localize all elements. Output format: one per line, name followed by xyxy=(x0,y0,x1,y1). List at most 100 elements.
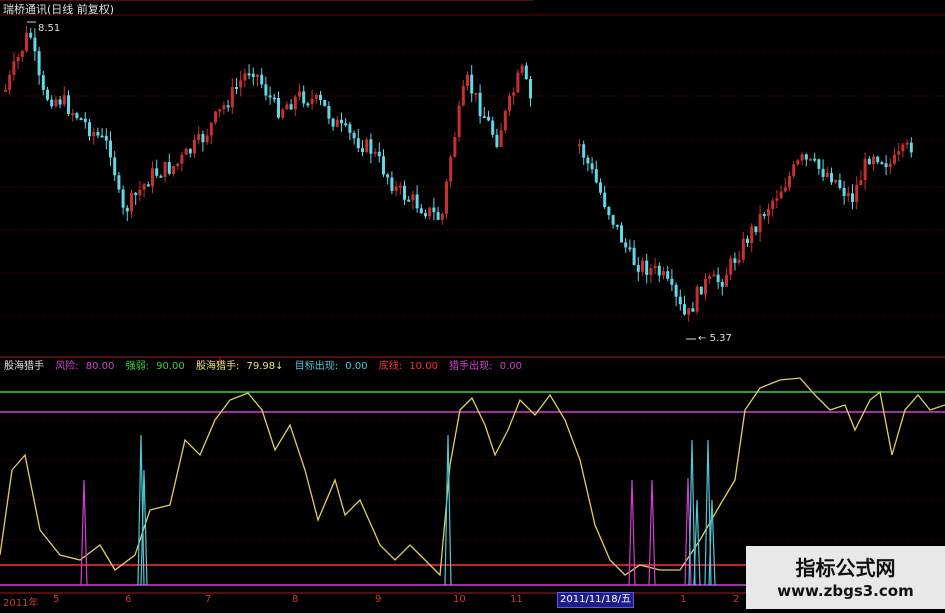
candle-body xyxy=(804,154,808,160)
candle-body xyxy=(491,120,495,135)
candle-body xyxy=(909,142,913,153)
candle-body xyxy=(678,296,682,305)
axis-label-sep: 9 xyxy=(375,594,382,605)
candle-body xyxy=(230,86,234,108)
candle-body xyxy=(775,198,779,201)
candle-body xyxy=(499,130,503,147)
candle-body xyxy=(636,264,640,272)
candle-body xyxy=(222,105,226,110)
candle-body xyxy=(386,174,390,178)
candle-body xyxy=(62,95,66,105)
axis-label-jan: 1 xyxy=(680,594,687,605)
candle-body xyxy=(771,200,775,210)
signal-spike xyxy=(688,439,696,586)
candle-body xyxy=(201,133,205,143)
watermark: 指标公式网 www.zbgs3.com xyxy=(746,546,945,609)
axis-label-jun: 6 xyxy=(125,594,132,605)
candle-body xyxy=(20,50,24,57)
candle-body xyxy=(838,179,842,188)
candle-body xyxy=(653,265,657,269)
candle-body xyxy=(524,65,528,80)
legend-target: 目标出现: 0.00 xyxy=(294,361,368,372)
candle-body xyxy=(327,105,331,119)
candle-body xyxy=(428,207,432,217)
candle-body xyxy=(788,175,791,188)
candle-body xyxy=(29,32,33,38)
watermark-url: www.zbgs3.com xyxy=(777,582,914,600)
candle-body xyxy=(884,163,888,168)
candle-body xyxy=(880,162,884,165)
candle-body xyxy=(92,132,96,137)
candle-body xyxy=(12,61,16,75)
candle-body xyxy=(666,271,670,279)
candle-body xyxy=(741,238,745,260)
signal-spike xyxy=(444,434,452,586)
candle-body xyxy=(33,37,37,52)
candle-body xyxy=(382,156,385,175)
watermark-title: 指标公式网 xyxy=(795,556,896,580)
candle-body xyxy=(411,194,415,201)
candle-body xyxy=(251,73,255,78)
candle-body xyxy=(146,184,150,187)
candle-body xyxy=(620,225,623,243)
candle-body xyxy=(306,103,310,106)
candle-body xyxy=(457,105,461,138)
candle-body xyxy=(293,96,297,110)
candle-body xyxy=(218,109,222,112)
candle-body xyxy=(419,208,423,214)
candle-body xyxy=(783,187,787,192)
candle-body xyxy=(226,105,230,108)
candle-body xyxy=(302,91,306,104)
candle-body xyxy=(624,242,628,248)
candle-body xyxy=(298,91,301,97)
candle-body xyxy=(508,95,511,111)
candle-body xyxy=(46,89,49,100)
candle-body xyxy=(662,271,665,276)
candle-body xyxy=(256,74,259,78)
candle-body xyxy=(25,32,28,51)
candle-body xyxy=(121,189,125,208)
axis-label-oct: 10 xyxy=(453,594,466,605)
candle-body xyxy=(876,156,880,163)
candle-body xyxy=(369,139,373,154)
candle-body xyxy=(495,134,499,147)
candle-body xyxy=(683,304,686,315)
legend-hunter-appear: 猎手出现: 0.00 xyxy=(449,361,522,372)
candle-body xyxy=(846,193,850,196)
candle-body xyxy=(159,175,163,178)
candle-body xyxy=(863,158,867,181)
candle-body xyxy=(104,135,108,141)
candle-body xyxy=(109,140,112,158)
candle-body xyxy=(260,74,264,85)
candle-body xyxy=(436,212,440,220)
candle-body xyxy=(113,157,117,176)
candle-body xyxy=(445,181,448,214)
candle-body xyxy=(403,185,406,200)
candle-body xyxy=(872,156,875,165)
candle-body xyxy=(319,94,322,101)
candle-body xyxy=(8,74,12,90)
candle-body xyxy=(50,99,54,107)
candle-body xyxy=(821,168,825,177)
candle-body xyxy=(172,166,175,174)
signal-spike xyxy=(693,499,701,586)
candle-body xyxy=(720,281,724,287)
candle-body xyxy=(813,158,817,161)
candle-body xyxy=(825,172,829,177)
candle-body xyxy=(96,132,100,136)
candle-body xyxy=(193,139,196,154)
candle-body xyxy=(851,193,854,203)
candle-body xyxy=(310,98,314,105)
candle-body xyxy=(71,113,75,116)
candle-body xyxy=(75,113,79,119)
candle-body xyxy=(88,122,91,137)
indicator-legend: 股海猎手 风险: 80.00 强弱: 90.00 股海猎手: 79.98↓ 目标… xyxy=(4,361,530,373)
candle-body xyxy=(867,158,871,165)
candle-body xyxy=(590,163,594,170)
candle-body xyxy=(197,133,201,140)
candle-body xyxy=(365,139,369,153)
chart-canvas[interactable] xyxy=(0,0,945,609)
candle-body xyxy=(905,142,909,145)
chart-area[interactable]: 瑞桥通讯(日线 前复权) 8.51 ← 5.37 股海猎手 风险: 80.00 … xyxy=(0,0,945,609)
candle-body xyxy=(516,72,520,93)
